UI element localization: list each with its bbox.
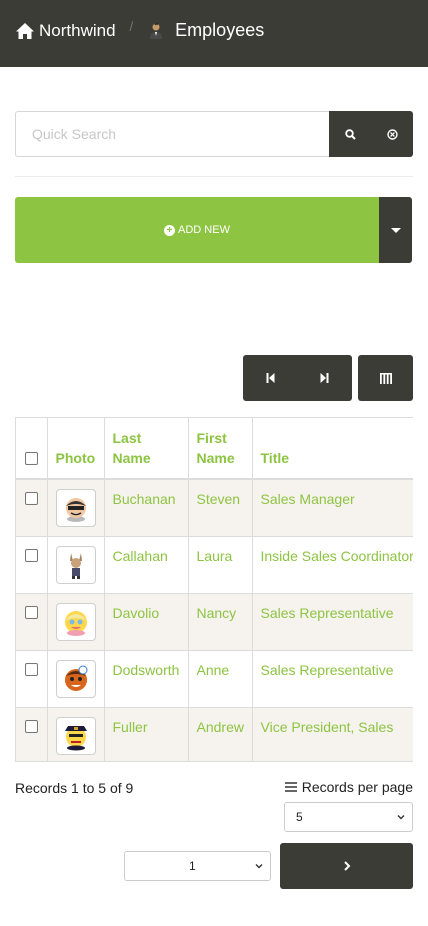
- title-cell[interactable]: Inside Sales Coordinator: [252, 536, 413, 594]
- row-select-cell: [16, 593, 48, 651]
- chevron-down-icon: [397, 815, 405, 820]
- employee-photo[interactable]: [55, 659, 96, 698]
- employee-photo[interactable]: [55, 489, 96, 527]
- add-new-label: ADD NEW: [178, 224, 230, 236]
- employees-grid: Photo Last Name First Name Title Buchana…: [15, 417, 413, 762]
- employee-icon: [150, 22, 163, 39]
- title-cell[interactable]: Sales Representative: [252, 593, 413, 651]
- row-checkbox[interactable]: [24, 492, 38, 505]
- first-name-cell[interactable]: Laura: [188, 536, 253, 594]
- next-page-footer-button[interactable]: [280, 843, 413, 889]
- last-name-cell[interactable]: Callahan: [104, 536, 189, 594]
- breadcrumb-separator: /: [129, 19, 134, 34]
- emoji-avatar-dodsworth-icon: [64, 665, 87, 691]
- emoji-avatar-callahan-icon: [69, 552, 82, 579]
- divider: [15, 176, 413, 177]
- photo-cell: [47, 707, 105, 761]
- plus-circle-icon: +: [164, 224, 176, 236]
- select-all-checkbox[interactable]: [24, 452, 38, 465]
- table-row: Buchanan Steven Sales Manager: [16, 479, 413, 537]
- search-button-group: [329, 111, 413, 157]
- table-row: Callahan Laura Inside Sales Coordinator: [16, 536, 413, 594]
- table-row: Dodsworth Anne Sales Representative: [16, 650, 413, 708]
- columns-icon: [379, 372, 392, 384]
- clear-search-button[interactable]: [371, 111, 413, 157]
- skip-forward-icon: [320, 373, 329, 383]
- column-header-photo: Photo: [47, 418, 105, 480]
- column-visibility-button[interactable]: [358, 355, 413, 401]
- next-page-button[interactable]: [298, 355, 353, 401]
- emoji-avatar-davolio-icon: [64, 610, 87, 636]
- employee-photo[interactable]: [55, 716, 96, 755]
- chevron-right-icon: [343, 861, 350, 871]
- last-name-cell[interactable]: Dodsworth: [104, 650, 189, 708]
- first-name-cell[interactable]: Andrew: [188, 707, 253, 761]
- photo-cell: [47, 650, 105, 708]
- row-checkbox[interactable]: [24, 548, 38, 562]
- search-icon: [344, 128, 356, 140]
- search-button[interactable]: [329, 111, 371, 157]
- title-cell[interactable]: Sales Representative: [252, 650, 413, 708]
- page-number-select[interactable]: 1: [124, 851, 271, 881]
- previous-page-button[interactable]: [243, 355, 298, 401]
- photo-cell: [47, 479, 105, 537]
- row-select-cell: [16, 650, 48, 708]
- records-per-page-text: Records per page: [301, 779, 413, 795]
- select-all-header: [16, 418, 48, 480]
- brand-link[interactable]: Northwind: [39, 21, 116, 41]
- employee-photo[interactable]: [55, 602, 96, 641]
- last-name-cell[interactable]: Fuller: [104, 707, 189, 761]
- pager-button-group: [243, 355, 352, 401]
- column-header-title[interactable]: Title: [252, 418, 413, 480]
- records-info: Records 1 to 5 of 9: [15, 780, 134, 796]
- photo-cell: [47, 536, 105, 594]
- table-row: Fuller Andrew Vice President, Sales: [16, 707, 413, 761]
- title-cell[interactable]: Vice President, Sales: [252, 707, 413, 761]
- row-checkbox[interactable]: [24, 605, 38, 619]
- column-header-last-name[interactable]: Last Name: [104, 418, 189, 480]
- page-number-value: 1: [189, 859, 196, 873]
- row-select-cell: [16, 479, 48, 537]
- page-title: Employees: [175, 20, 265, 40]
- title-cell[interactable]: Sales Manager: [252, 479, 413, 537]
- add-new-dropdown-toggle[interactable]: [379, 197, 412, 263]
- caret-down-icon: [390, 227, 401, 233]
- table-header-row: Photo Last Name First Name Title: [16, 418, 413, 480]
- first-name-cell[interactable]: Nancy: [188, 593, 253, 651]
- row-checkbox[interactable]: [24, 719, 38, 733]
- row-checkbox[interactable]: [24, 662, 38, 676]
- first-name-cell[interactable]: Anne: [188, 650, 253, 708]
- row-select-cell: [16, 536, 48, 594]
- quick-search-input[interactable]: [15, 111, 329, 157]
- photo-cell: [47, 593, 105, 651]
- quick-search-group: [15, 111, 413, 157]
- add-new-button[interactable]: + ADD NEW: [15, 197, 379, 263]
- clear-circle-icon: [386, 128, 398, 140]
- first-name-cell[interactable]: Steven: [188, 479, 253, 537]
- last-name-cell[interactable]: Buchanan: [104, 479, 189, 537]
- row-select-cell: [16, 707, 48, 761]
- skip-back-icon: [266, 373, 275, 383]
- list-icon: [284, 782, 297, 792]
- column-header-first-name[interactable]: First Name: [188, 418, 253, 480]
- home-icon[interactable]: [15, 22, 35, 40]
- last-name-cell[interactable]: Davolio: [104, 593, 189, 651]
- employee-photo[interactable]: [55, 545, 96, 584]
- emoji-avatar-fuller-icon: [64, 725, 87, 750]
- records-per-page-select[interactable]: 5: [284, 802, 413, 832]
- top-navbar: Northwind / Employees: [0, 0, 428, 67]
- add-new-button-group: + ADD NEW: [15, 197, 412, 263]
- chevron-down-icon: [255, 864, 263, 869]
- employees-table: Photo Last Name First Name Title Buchana…: [16, 418, 413, 761]
- emoji-avatar-buchanan-icon: [65, 498, 86, 522]
- records-per-page-label: Records per page: [284, 779, 413, 795]
- records-per-page-value: 5: [296, 810, 303, 824]
- table-row: Davolio Nancy Sales Representative: [16, 593, 413, 651]
